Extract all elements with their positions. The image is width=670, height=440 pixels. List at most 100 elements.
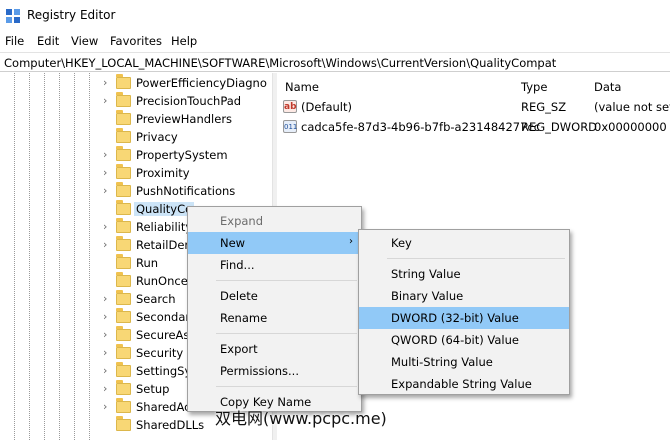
context-item-new[interactable]: New › [188,232,361,254]
menu-separator [387,258,565,259]
menu-separator [216,333,357,334]
address-bar[interactable]: Computer\HKEY_LOCAL_MACHINE\SOFTWARE\Mic… [0,52,670,72]
menu-help[interactable]: Help [171,34,197,48]
folder-icon [116,128,131,143]
column-header-name[interactable]: Name [285,80,319,94]
title-bar: Registry Editor [0,0,670,31]
menu-favorites[interactable]: Favorites [110,34,162,48]
tree-item[interactable]: › PowerEfficiencyDiagno [0,74,270,92]
value-type: REG_DWORD [521,120,598,134]
context-item-permissions[interactable]: Permissions... [188,360,361,382]
new-item-dword-32-bit-value[interactable]: DWORD (32-bit) Value [359,307,569,329]
menu-file[interactable]: File [5,34,24,48]
binary-value-icon: 011 [283,120,297,133]
menu-item-label: Expand [220,214,264,228]
tree-item-label: RetailDen [136,238,192,252]
menu-item-label: QWORD (64-bit) Value [391,333,519,347]
tree-item-label: Secondar [136,310,191,324]
tree-item[interactable]: › PushNotifications [0,182,270,200]
registry-icon [6,9,20,23]
tree-item[interactable]: PreviewHandlers [0,110,270,128]
value-data: (value not set) [594,100,670,114]
chevron-right-icon[interactable]: › [103,400,107,413]
tree-item-label: Search [136,292,176,306]
tree-item-label: PropertySystem [136,148,228,162]
menu-item-label: Export [220,342,258,356]
new-item-string-value[interactable]: String Value [359,263,569,285]
folder-icon [116,146,131,161]
value-data: 0x00000000 (0) [594,120,670,134]
chevron-right-icon[interactable]: › [103,94,107,107]
tree-item-label: PreviewHandlers [136,112,233,126]
menu-item-label: Expandable String Value [391,377,532,391]
context-item-rename[interactable]: Rename [188,307,361,329]
chevron-right-icon[interactable]: › [103,166,107,179]
menu-item-label: Rename [220,311,268,325]
tree-item-label: Privacy [136,130,178,144]
chevron-right-icon[interactable]: › [103,346,107,359]
value-row[interactable]: ab (Default) REG_SZ (value not set) [277,98,670,116]
folder-icon [116,380,131,395]
chevron-right-icon[interactable]: › [103,76,107,89]
new-submenu: Key String Value Binary Value DWORD (32-bit… [358,229,570,395]
context-item-export[interactable]: Export [188,338,361,360]
chevron-right-icon[interactable]: › [103,382,107,395]
column-header-type[interactable]: Type [521,80,547,94]
new-item-expandable-string-value[interactable]: Expandable String Value [359,373,569,395]
folder-icon [116,110,131,125]
tree-item[interactable]: Privacy [0,128,270,146]
value-type: REG_SZ [521,100,567,114]
menu-item-label: Find... [220,258,255,272]
folder-icon [116,362,131,377]
chevron-right-icon[interactable]: › [103,238,107,251]
menu-item-label: Key [391,236,412,250]
menu-bar: File Edit View Favorites Help [0,31,670,52]
tree-item-label: Proximity [136,166,190,180]
menu-separator [216,386,357,387]
chevron-right-icon[interactable]: › [103,328,107,341]
column-header-data[interactable]: Data [594,80,621,94]
context-item-find[interactable]: Find... [188,254,361,276]
tree-item-label: RunOnce [136,274,188,288]
menu-item-label: Binary Value [391,289,464,303]
new-item-qword-64-bit-value[interactable]: QWORD (64-bit) Value [359,329,569,351]
folder-icon [116,164,131,179]
menu-item-label: Permissions... [220,364,299,378]
address-path[interactable]: Computer\HKEY_LOCAL_MACHINE\SOFTWARE\Mic… [4,56,556,70]
chevron-right-icon[interactable]: › [103,292,107,305]
tree-item-label: QualityCo [134,202,195,216]
folder-icon [116,182,131,197]
menu-item-label: New [220,236,246,250]
chevron-right-icon[interactable]: › [103,148,107,161]
folder-icon [116,74,131,89]
folder-icon [116,272,131,287]
value-row[interactable]: 011 cadca5fe-87d3-4b96-b7fb-a231484277cc… [277,118,670,136]
context-item-expand: Expand [188,210,361,232]
tree-item[interactable]: › PropertySystem [0,146,270,164]
chevron-right-icon[interactable]: › [103,364,107,377]
new-item-key[interactable]: Key [359,232,569,254]
chevron-right-icon[interactable]: › [103,184,107,197]
context-item-delete[interactable]: Delete [188,285,361,307]
value-name: (Default) [301,100,352,114]
folder-icon [116,254,131,269]
chevron-right-icon[interactable]: › [103,310,107,323]
chevron-right-icon[interactable]: › [103,220,107,233]
tree-item[interactable]: › Proximity [0,164,270,182]
folder-icon [116,92,131,107]
tree-item-label: Reliability [136,220,193,234]
tree-item[interactable]: › PrecisionTouchPad [0,92,270,110]
folder-icon [116,200,131,215]
folder-icon [116,290,131,305]
tree-item-label: SettingSy [136,364,192,378]
menu-edit[interactable]: Edit [37,34,59,48]
menu-view[interactable]: View [71,34,98,48]
folder-icon [116,308,131,323]
tree-item-label: SharedDLLs [136,418,205,432]
new-item-multi-string-value[interactable]: Multi-String Value [359,351,569,373]
menu-item-label: String Value [391,267,461,281]
new-item-binary-value[interactable]: Binary Value [359,285,569,307]
menu-item-label: DWORD (32-bit) Value [391,311,519,325]
tree-item-label: PrecisionTouchPad [136,94,242,108]
folder-icon [116,416,131,431]
